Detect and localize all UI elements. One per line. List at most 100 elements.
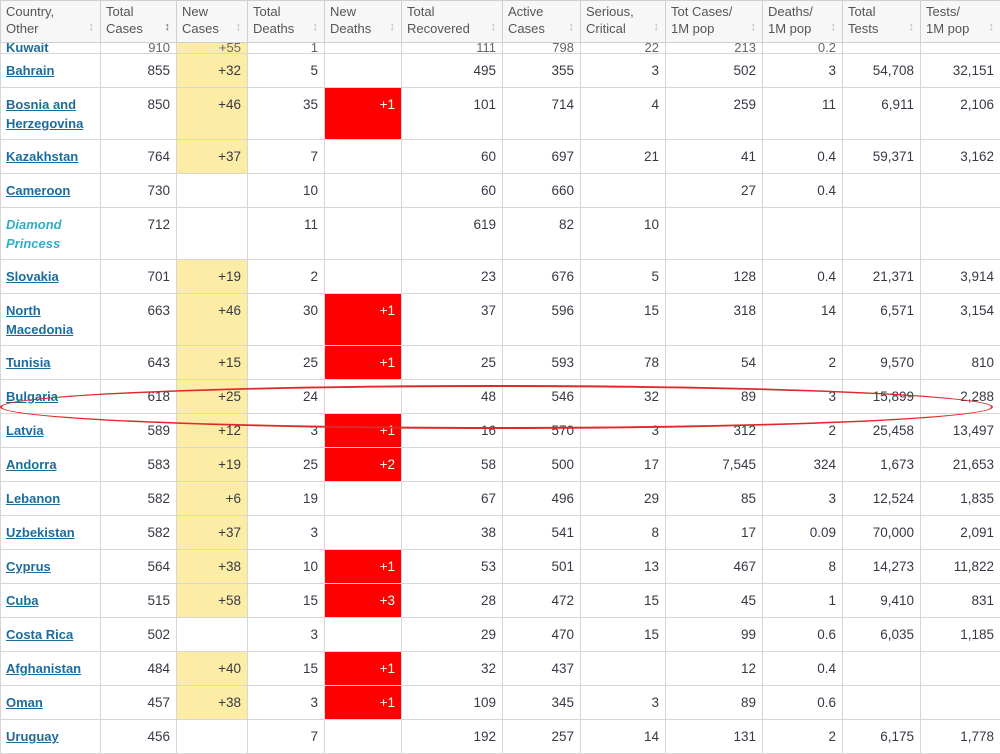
cell-tests-per-1m <box>921 174 1000 208</box>
cell-total-cases: 701 <box>101 260 177 294</box>
cell-deaths-per-1m: 14 <box>763 294 843 346</box>
cell-active-cases: 541 <box>503 516 581 550</box>
highlight-ring <box>0 385 993 429</box>
cell-tests-per-1m <box>921 43 1000 54</box>
header-new-deaths[interactable]: NewDeaths↕ <box>325 1 402 43</box>
sort-icon[interactable]: ↕ <box>236 19 242 36</box>
sort-icon[interactable]: ↕ <box>751 19 757 36</box>
cell-new-deaths: +2 <box>325 448 402 482</box>
country-link[interactable]: Bosnia and Herzegovina <box>6 97 83 131</box>
cell-total-recovered: 28 <box>402 584 503 618</box>
cell-new-cases: +37 <box>177 516 248 550</box>
cell-new-cases: +15 <box>177 346 248 380</box>
cell-total-cases: 582 <box>101 516 177 550</box>
header-deaths-per-1m[interactable]: Deaths/1M pop↕ <box>763 1 843 43</box>
country-link[interactable]: Latvia <box>6 423 44 438</box>
cell-new-cases <box>177 720 248 754</box>
cell-total-recovered: 495 <box>402 54 503 88</box>
header-total-cases[interactable]: TotalCases↕ <box>101 1 177 43</box>
table-row: Tunisia643+1525+125593785429,570810 <box>1 346 1000 380</box>
country-link[interactable]: Slovakia <box>6 269 59 284</box>
sort-icon[interactable]: ↕ <box>89 19 95 36</box>
cell-new-deaths <box>325 720 402 754</box>
cell-total-deaths: 7 <box>248 720 325 754</box>
country-link[interactable]: Kazakhstan <box>6 149 78 164</box>
cell-total-recovered: 53 <box>402 550 503 584</box>
country-link[interactable]: Lebanon <box>6 491 60 506</box>
header-label-line1: Total <box>253 4 280 19</box>
header-cases-per-1m[interactable]: Tot Cases/1M pop↕ <box>666 1 763 43</box>
sort-icon[interactable]: ↕ <box>313 19 319 36</box>
cell-total-tests: 6,571 <box>843 294 921 346</box>
header-active-cases[interactable]: ActiveCases↕ <box>503 1 581 43</box>
cell-total-cases: 564 <box>101 550 177 584</box>
table-row: Costa Rica50232947015990.66,0351,185 <box>1 618 1000 652</box>
country-link[interactable]: Andorra <box>6 457 57 472</box>
sort-icon[interactable]: ↕ <box>831 19 837 36</box>
cell-new-deaths <box>325 140 402 174</box>
cell-tests-per-1m: 32,151 <box>921 54 1000 88</box>
cell-active-cases: 697 <box>503 140 581 174</box>
cell-serious-critical: 15 <box>581 294 666 346</box>
country-link[interactable]: Cameroon <box>6 183 70 198</box>
table-row: Slovakia701+1922367651280.421,3713,914 <box>1 260 1000 294</box>
table-row: Bahrain855+3254953553502354,70832,151 <box>1 54 1000 88</box>
cell-total-cases: 583 <box>101 448 177 482</box>
cell-new-cases: +19 <box>177 260 248 294</box>
country-link[interactable]: Uruguay <box>6 729 59 744</box>
header-label-line2: Tests <box>848 21 878 36</box>
cell-deaths-per-1m: 2 <box>763 346 843 380</box>
cell-deaths-per-1m <box>763 208 843 260</box>
country-link[interactable]: Cuba <box>6 593 39 608</box>
header-total-recovered[interactable]: TotalRecovered↕ <box>402 1 503 43</box>
cell-new-cases: +55 <box>177 43 248 54</box>
header-tests-per-1m[interactable]: Tests/1M pop↕ <box>921 1 1000 43</box>
cell-total-deaths: 3 <box>248 686 325 720</box>
cell-total-recovered: 60 <box>402 174 503 208</box>
country-link[interactable]: Uzbekistan <box>6 525 75 540</box>
cell-total-deaths: 3 <box>248 516 325 550</box>
covid-stats-table: Country,Other↕TotalCases↕NewCases↕ Total D… <box>0 0 1000 754</box>
country-link[interactable]: Cyprus <box>6 559 51 574</box>
header-row: Country,Other↕TotalCases↕NewCases↕ Total D… <box>1 1 1000 43</box>
sort-icon[interactable]: ↕ <box>989 19 995 36</box>
header-new-cases[interactable]: NewCases↕ <box>177 1 248 43</box>
cell-country: Cameroon <box>1 174 101 208</box>
cell-new-deaths <box>325 516 402 550</box>
cell-total-recovered: 25 <box>402 346 503 380</box>
cell-active-cases: 257 <box>503 720 581 754</box>
cell-country: Costa Rica <box>1 618 101 652</box>
sort-icon[interactable]: ↕ <box>569 19 575 36</box>
header-total-tests[interactable]: TotalTests↕ <box>843 1 921 43</box>
cell-total-cases: 515 <box>101 584 177 618</box>
cell-cases-per-1m: 502 <box>666 54 763 88</box>
sort-icon[interactable]: ↕ <box>390 19 396 36</box>
cell-total-recovered: 109 <box>402 686 503 720</box>
sort-icon[interactable]: ↕ <box>165 19 171 36</box>
cell-serious-critical: 3 <box>581 686 666 720</box>
country-link[interactable]: North Macedonia <box>6 303 73 337</box>
header-label-line2: Deaths <box>253 21 294 36</box>
header-total-deaths[interactable]: Total Deaths ↕ <box>248 1 325 43</box>
cell-cases-per-1m: 7,545 <box>666 448 763 482</box>
header-country[interactable]: Country,Other↕ <box>1 1 101 43</box>
cell-serious-critical: 15 <box>581 618 666 652</box>
country-link[interactable]: Bahrain <box>6 63 54 78</box>
sort-icon[interactable]: ↕ <box>654 19 660 36</box>
country-link[interactable]: Tunisia <box>6 355 51 370</box>
header-label-line2: 1M pop <box>768 21 811 36</box>
sort-icon[interactable]: ↕ <box>909 19 915 36</box>
cell-total-recovered: 67 <box>402 482 503 516</box>
header-label-line1: Serious, <box>586 4 634 19</box>
country-link[interactable]: Afghanistan <box>6 661 81 676</box>
cell-total-tests <box>843 174 921 208</box>
cell-total-deaths: 25 <box>248 448 325 482</box>
cell-new-cases: +40 <box>177 652 248 686</box>
country-link[interactable]: Costa Rica <box>6 627 73 642</box>
header-serious-critical[interactable]: Serious,Critical↕ <box>581 1 666 43</box>
sort-icon[interactable]: ↕ <box>491 19 497 36</box>
country-link[interactable]: Kuwait <box>6 43 49 54</box>
cell-country: Bahrain <box>1 54 101 88</box>
country-link[interactable]: Oman <box>6 695 43 710</box>
header-label-line2: Cases <box>508 21 545 36</box>
